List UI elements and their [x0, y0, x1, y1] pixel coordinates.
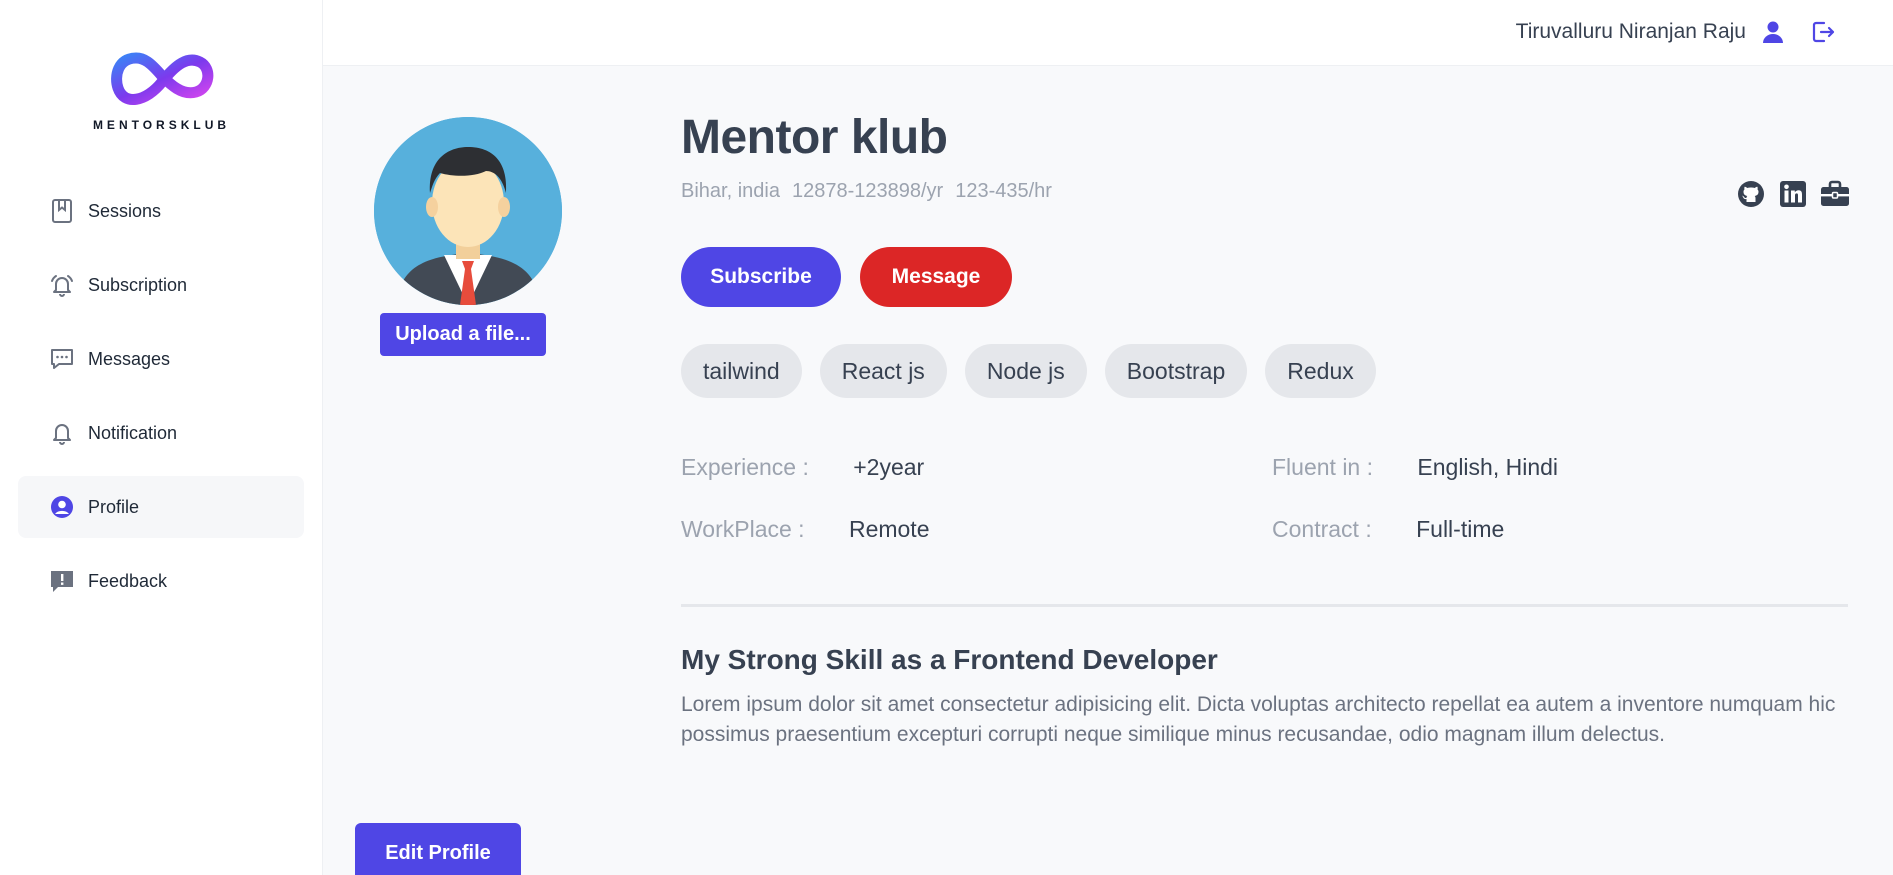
section-title: My Strong Skill as a Frontend Developer — [681, 644, 1218, 675]
experience-info: Experience : +2year — [681, 454, 924, 481]
skill-tag: Redux — [1265, 344, 1376, 398]
subscribe-button[interactable]: Subscribe — [681, 247, 841, 307]
profile-name: Mentor klub — [681, 111, 948, 164]
social-links — [1735, 178, 1851, 210]
sidebar-item-messages[interactable]: Messages — [18, 328, 304, 390]
skill-tags: tailwind React js Node js Bootstrap Redu… — [681, 344, 1376, 398]
sidebar: MENTORSKLUB Sessions Subscription Messag… — [0, 0, 323, 875]
linkedin-icon[interactable] — [1777, 178, 1809, 210]
skill-tag: Bootstrap — [1104, 344, 1248, 398]
feedback-icon — [48, 567, 76, 595]
sidebar-item-label: Profile — [88, 496, 140, 517]
section-divider — [681, 604, 1848, 607]
profile-rate: 123-435/hr — [955, 180, 1052, 202]
sidebar-item-label: Sessions — [88, 200, 162, 221]
contract-value: Full-time — [1416, 516, 1505, 542]
sidebar-item-label: Notification — [88, 422, 178, 443]
user-name[interactable]: Tiruvalluru Niranjan Raju — [1516, 20, 1746, 44]
bell-ring-icon — [48, 271, 76, 299]
profile-avatar — [374, 117, 562, 305]
briefcase-icon[interactable] — [1819, 178, 1851, 210]
sidebar-nav: Sessions Subscription Messages Notificat… — [18, 180, 304, 624]
sidebar-item-label: Messages — [88, 348, 171, 369]
skill-tag: tailwind — [681, 344, 802, 398]
sidebar-item-profile[interactable]: Profile — [18, 476, 304, 538]
workplace-label: WorkPlace : — [681, 516, 805, 542]
sidebar-item-label: Subscription — [88, 274, 188, 295]
profile-actions: Subscribe Message — [681, 247, 1012, 307]
profile-salary: 12878-123898/yr — [791, 180, 944, 202]
chat-icon — [48, 345, 76, 373]
skill-tag: Node js — [964, 344, 1087, 398]
upload-file-button[interactable]: Upload a file... — [380, 313, 546, 356]
sidebar-item-feedback[interactable]: Feedback — [18, 550, 304, 612]
app-root: MENTORSKLUB Sessions Subscription Messag… — [0, 0, 1893, 875]
user-circle-icon — [48, 493, 76, 521]
skill-tag: React js — [819, 344, 947, 398]
fluent-value: English, Hindi — [1417, 454, 1559, 480]
sidebar-item-label: Feedback — [88, 570, 168, 591]
topbar: Tiruvalluru Niranjan Raju — [323, 0, 1893, 66]
sidebar-item-sessions[interactable]: Sessions — [18, 180, 304, 242]
github-icon[interactable] — [1735, 178, 1767, 210]
profile-meta: Bihar, india 12878-123898/yr 123-435/hr — [681, 180, 1052, 203]
section-text: Lorem ipsum dolor sit amet consectetur a… — [681, 693, 1836, 746]
message-button[interactable]: Message — [860, 247, 1012, 307]
fluent-label: Fluent in : — [1272, 454, 1373, 480]
fluent-info: Fluent in : English, Hindi — [1272, 454, 1558, 481]
workplace-info: WorkPlace : Remote — [681, 516, 930, 543]
experience-value: +2year — [853, 454, 925, 480]
edit-profile-button[interactable]: Edit Profile — [355, 823, 521, 875]
workplace-value: Remote — [848, 516, 930, 542]
bell-icon — [48, 419, 76, 447]
experience-label: Experience : — [681, 454, 809, 480]
brand-name: MENTORSKLUB — [92, 118, 231, 132]
logout-icon[interactable] — [1808, 17, 1838, 47]
main-content: Upload a file... Mentor klub Bihar, indi… — [323, 66, 1893, 875]
profile-location: Bihar, india — [681, 180, 780, 202]
brand-logo[interactable]: MENTORSKLUB — [0, 48, 323, 132]
sidebar-item-subscription[interactable]: Subscription — [18, 254, 304, 316]
infinity-logo-icon — [110, 52, 213, 105]
sidebar-item-notification[interactable]: Notification — [18, 402, 304, 464]
avatar-image — [374, 117, 562, 305]
contract-info: Contract : Full-time — [1272, 516, 1504, 543]
contract-label: Contract : — [1272, 516, 1372, 542]
bookmark-icon — [48, 197, 76, 225]
user-icon[interactable] — [1758, 17, 1788, 47]
